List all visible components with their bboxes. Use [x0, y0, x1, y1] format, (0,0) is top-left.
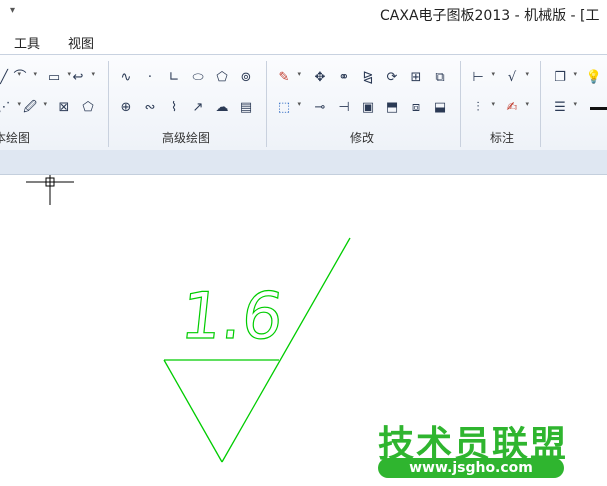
- watermark-url: www.jsgho.com: [378, 458, 564, 478]
- group-label-modify: 修改: [350, 131, 375, 145]
- group-separator: [460, 61, 461, 147]
- title-bar: ▾ CAXA电子图板2013 - 机械版 - [工: [0, 0, 607, 30]
- surface-roughness-symbol: [163, 237, 351, 463]
- array-tool-icon[interactable]: ⊞: [406, 67, 426, 87]
- wave-line-tool-icon[interactable]: ∾: [140, 97, 160, 117]
- center-line-tool-icon[interactable]: ⊚: [236, 67, 256, 87]
- ribbon: ╱ ⌒ ▭ ↩ ⋰ 🖉 ⊠ ⬠ 本绘图 ∿ · ∟ ⬭ ⬠ ⊚ ⊕ ∾ ⌇ ↗ …: [0, 54, 607, 152]
- tolerance-tool-icon[interactable]: ⫶: [468, 97, 495, 117]
- point-tool-icon[interactable]: ·: [140, 67, 160, 87]
- explode-tool-icon[interactable]: ⧈: [406, 97, 426, 117]
- break-line-tool-icon[interactable]: ⌇: [164, 97, 184, 117]
- boundary-tool-icon[interactable]: ⊠: [54, 97, 74, 117]
- hatch-tool-icon[interactable]: ⋰: [0, 97, 21, 117]
- mirror-tool-icon[interactable]: ⧎: [358, 67, 378, 87]
- group-separator: [108, 61, 109, 147]
- line-weight-icon[interactable]: ☰: [550, 97, 577, 117]
- scale-tool-icon[interactable]: ⧉: [430, 67, 450, 87]
- lightbulb-icon[interactable]: 💡: [584, 67, 604, 87]
- group-label-advanced-draw: 高级绘图: [162, 131, 211, 145]
- fillet-tool-icon[interactable]: ▣: [358, 97, 378, 117]
- roughness-tool-icon[interactable]: √: [502, 67, 529, 87]
- trim-tool-icon[interactable]: ⬚: [274, 97, 301, 117]
- menu-tools[interactable]: 工具: [14, 33, 40, 52]
- crosshair-cursor-icon: [26, 175, 74, 205]
- extend-tool-icon[interactable]: ⊸: [310, 97, 330, 117]
- polyline-tool-icon[interactable]: ↩: [68, 67, 95, 87]
- dimension-tool-icon[interactable]: ⊢: [468, 67, 495, 87]
- rectangle-tool-icon[interactable]: ▭: [44, 67, 71, 87]
- menu-bar: 工具 视图: [0, 30, 607, 54]
- layer-tool-icon[interactable]: ❐: [550, 67, 577, 87]
- arc-tool-icon[interactable]: ⌒: [10, 67, 37, 87]
- annotation-edit-tool-icon[interactable]: ✍: [502, 97, 529, 117]
- quick-access-dropdown-icon[interactable]: ▾: [10, 5, 15, 16]
- menu-view[interactable]: 视图: [68, 33, 94, 52]
- stretch-tool-icon[interactable]: ⬓: [430, 97, 450, 117]
- drawing-canvas[interactable]: 1.6 技术员联盟 www.jsgho.com: [0, 175, 607, 486]
- text-tool-icon[interactable]: 🖉: [20, 97, 47, 117]
- ribbon-bottom-strip: [0, 150, 607, 175]
- chamfer-tool-icon[interactable]: ⬒: [382, 97, 402, 117]
- circle-center-tool-icon[interactable]: ⊕: [116, 97, 136, 117]
- group-label-basic-draw: 本绘图: [0, 131, 31, 145]
- rotate-tool-icon[interactable]: ⟳: [382, 67, 402, 87]
- arrow-tool-icon[interactable]: ↗: [188, 97, 208, 117]
- hole-tool-icon[interactable]: ▤: [236, 97, 256, 117]
- copy-tool-icon[interactable]: ⚭: [334, 67, 354, 87]
- line-type-preview[interactable]: [590, 107, 607, 110]
- group-separator: [540, 61, 541, 147]
- region-tool-icon[interactable]: ⬠: [78, 97, 98, 117]
- group-separator: [266, 61, 267, 147]
- spline-tool-icon[interactable]: ∿: [116, 67, 136, 87]
- window-title: CAXA电子图板2013 - 机械版 - [工: [380, 8, 600, 24]
- move-tool-icon[interactable]: ✥: [310, 67, 330, 87]
- erase-tool-icon[interactable]: ✎: [274, 67, 301, 87]
- ellipse-tool-icon[interactable]: ⬭: [188, 67, 208, 87]
- cloud-tool-icon[interactable]: ☁: [212, 97, 232, 117]
- angle-line-tool-icon[interactable]: ∟: [164, 67, 184, 87]
- break-tool-icon[interactable]: ⊣: [334, 97, 354, 117]
- group-label-annotation: 标注: [490, 131, 515, 145]
- polygon-tool-icon[interactable]: ⬠: [212, 67, 232, 87]
